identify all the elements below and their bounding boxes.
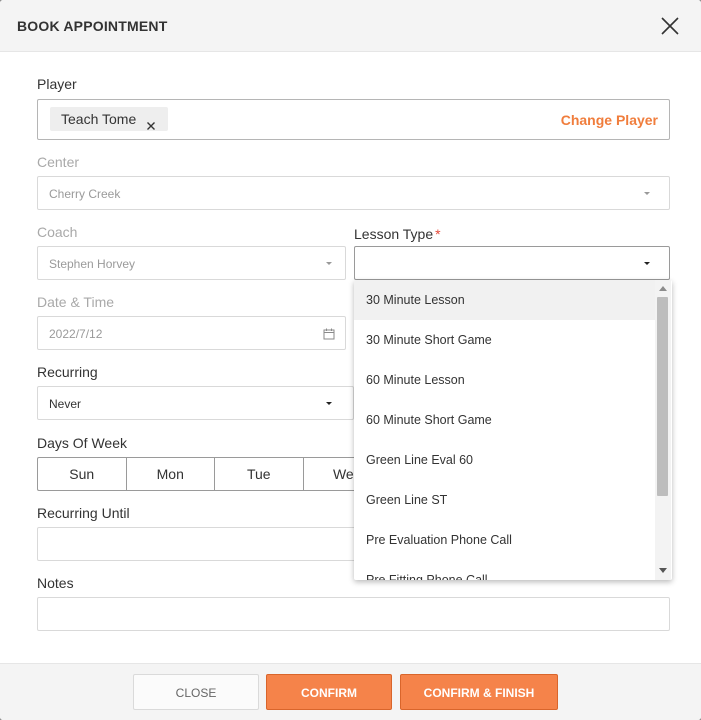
center-label: Center	[37, 154, 80, 170]
calendar-icon[interactable]	[323, 327, 335, 345]
player-field[interactable]: Teach Tome Change Player	[37, 99, 670, 140]
book-appointment-modal: BOOK APPOINTMENT Player Teach Tome Chang…	[0, 0, 701, 720]
lesson-option[interactable]: 30 Minute Short Game	[354, 320, 655, 360]
lesson-option[interactable]: Green Line Eval 60	[354, 440, 655, 480]
lesson-type-select[interactable]	[354, 246, 670, 280]
close-icon[interactable]	[659, 15, 681, 37]
modal-title: BOOK APPOINTMENT	[17, 18, 168, 34]
coach-select[interactable]: Stephen Horvey	[37, 246, 346, 280]
recurring-until-input[interactable]	[37, 527, 357, 561]
center-select[interactable]: Cherry Creek	[37, 176, 670, 210]
notes-label: Notes	[37, 575, 74, 591]
date-time-input[interactable]: 2022/7/12	[37, 316, 346, 350]
recurring-label: Recurring	[37, 364, 98, 380]
scroll-down-icon[interactable]	[659, 568, 667, 573]
change-player-link[interactable]: Change Player	[561, 112, 658, 128]
modal-header: BOOK APPOINTMENT	[0, 0, 701, 52]
recurring-until-label: Recurring Until	[37, 505, 130, 521]
days-of-week-label: Days Of Week	[37, 435, 127, 451]
recurring-select[interactable]: Never	[37, 386, 354, 420]
day-mon-button[interactable]: Mon	[127, 458, 215, 490]
lesson-type-dropdown: 30 Minute Lesson 30 Minute Short Game 60…	[354, 280, 672, 580]
modal-footer: CLOSE CONFIRM CONFIRM & FINISH	[0, 663, 701, 720]
center-value: Cherry Creek	[49, 187, 121, 201]
lesson-option[interactable]: 60 Minute Short Game	[354, 400, 655, 440]
recurring-value: Never	[49, 397, 82, 411]
coach-value: Stephen Horvey	[49, 257, 136, 271]
notes-input[interactable]	[37, 597, 670, 631]
required-mark: *	[435, 226, 441, 242]
scroll-up-icon[interactable]	[659, 286, 667, 291]
dropdown-scrollbar[interactable]	[655, 280, 671, 580]
date-time-value: 2022/7/12	[49, 327, 103, 341]
lesson-option[interactable]: Pre Fitting Phone Call	[354, 560, 655, 580]
lesson-option[interactable]: Green Line ST	[354, 480, 655, 520]
lesson-option[interactable]: 60 Minute Lesson	[354, 360, 655, 400]
scrollbar-thumb[interactable]	[657, 297, 668, 496]
chevron-down-icon	[644, 262, 650, 265]
chevron-down-icon	[644, 192, 650, 195]
remove-player-icon[interactable]	[146, 114, 156, 130]
coach-label: Coach	[37, 224, 78, 240]
player-tag-label: Teach Tome	[61, 111, 137, 127]
lesson-option[interactable]: Pre Evaluation Phone Call	[354, 520, 655, 560]
chevron-down-icon	[326, 402, 332, 405]
confirm-finish-button[interactable]: CONFIRM & FINISH	[400, 674, 558, 710]
player-tag: Teach Tome	[50, 107, 169, 131]
lesson-type-label: Lesson Type *	[354, 226, 441, 242]
confirm-button[interactable]: CONFIRM	[266, 674, 392, 710]
day-sun-button[interactable]: Sun	[38, 458, 127, 490]
player-label: Player	[37, 76, 77, 92]
chevron-down-icon	[326, 262, 332, 265]
day-tue-button[interactable]: Tue	[215, 458, 304, 490]
close-button[interactable]: CLOSE	[133, 674, 259, 710]
date-time-label: Date & Time	[37, 294, 115, 310]
days-of-week-group: Sun Mon Tue Wed	[37, 457, 392, 491]
lesson-option[interactable]: 30 Minute Lesson	[354, 280, 655, 320]
